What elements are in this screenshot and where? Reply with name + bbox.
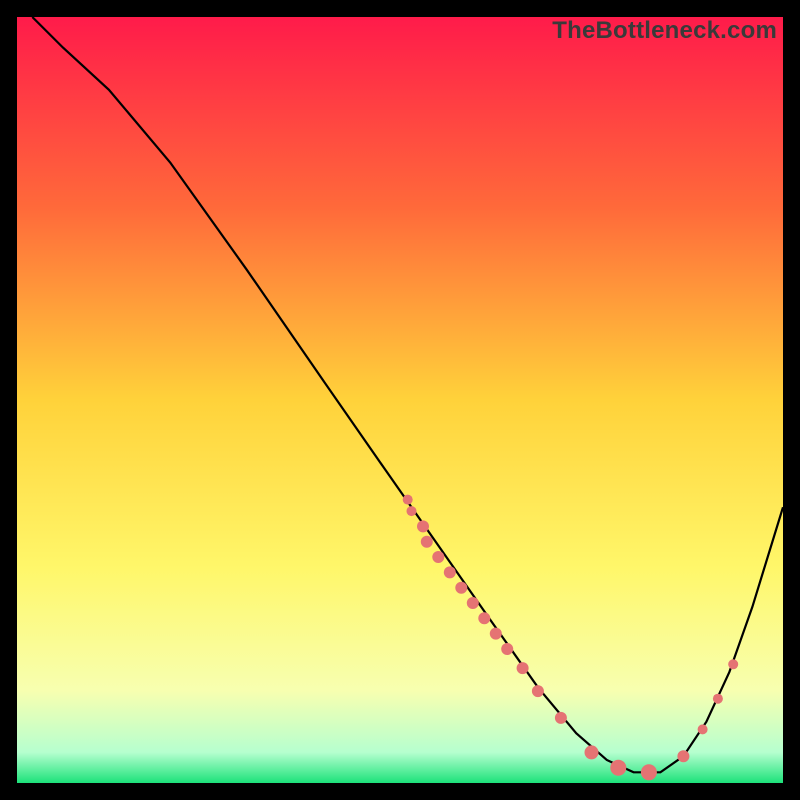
- scatter-point: [698, 724, 708, 734]
- scatter-point: [532, 685, 544, 697]
- scatter-point: [407, 506, 417, 516]
- scatter-point: [467, 597, 479, 609]
- scatter-point: [713, 694, 723, 704]
- scatter-point: [403, 495, 413, 505]
- chart-plot-area: TheBottleneck.com: [17, 17, 783, 783]
- scatter-point: [444, 566, 456, 578]
- chart-background: [17, 17, 783, 783]
- scatter-point: [417, 520, 429, 532]
- watermark-text: TheBottleneck.com: [552, 17, 777, 45]
- scatter-point: [478, 612, 490, 624]
- scatter-point: [555, 712, 567, 724]
- scatter-point: [490, 628, 502, 640]
- scatter-point: [432, 551, 444, 563]
- scatter-point: [728, 659, 738, 669]
- chart-svg: [17, 17, 783, 783]
- scatter-point: [677, 750, 689, 762]
- chart-frame: TheBottleneck.com: [0, 0, 800, 800]
- scatter-point: [455, 582, 467, 594]
- scatter-point: [501, 643, 513, 655]
- scatter-point: [517, 662, 529, 674]
- scatter-point: [641, 764, 657, 780]
- scatter-point: [610, 760, 626, 776]
- scatter-point: [421, 536, 433, 548]
- scatter-point: [585, 745, 599, 759]
